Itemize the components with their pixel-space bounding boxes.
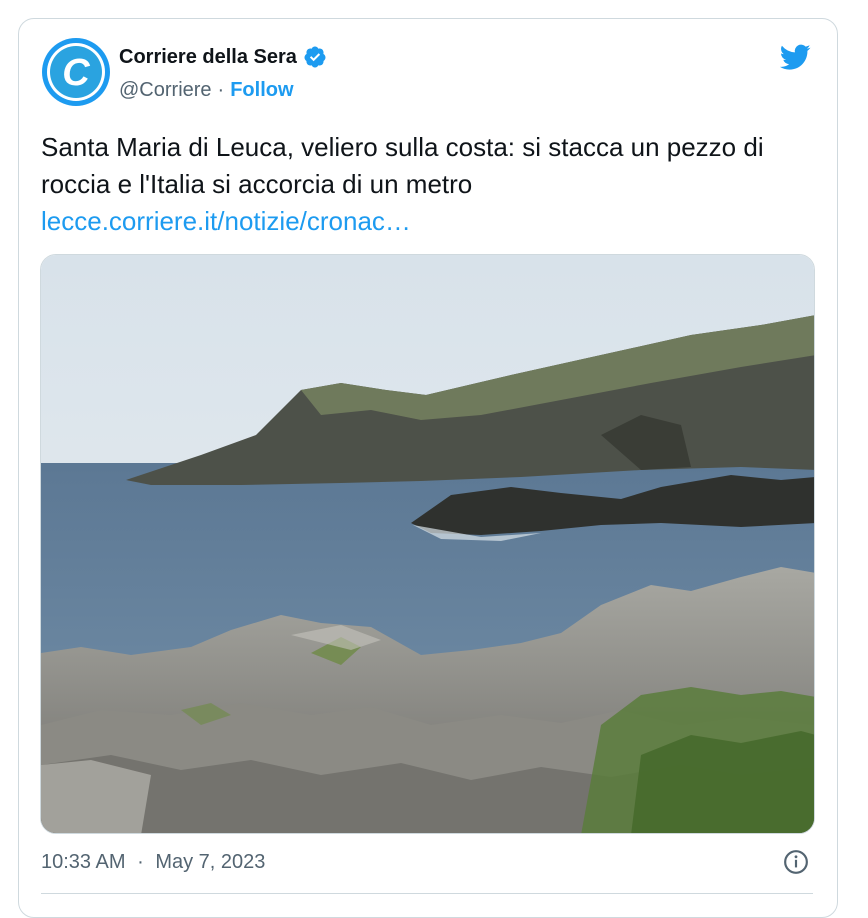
handle-separator: · [217,79,225,101]
time-separator: · [137,851,144,873]
tweet-timestamp[interactable]: 10:33 AM · May 7, 2023 [41,851,265,874]
avatar-letter: C [62,52,90,94]
author-name-row: Corriere della Sera [119,45,327,69]
tweet-text: Santa Maria di Leuca, veliero sulla cost… [41,129,801,240]
tweet-card[interactable]: C Corriere della Sera @Corriere · Follow… [18,18,838,918]
author-name[interactable]: Corriere della Sera [119,46,297,69]
tweet-time: 10:33 AM [41,851,126,873]
handle-row: @Corriere · Follow [119,79,294,102]
verified-badge-icon [304,46,326,68]
follow-button[interactable]: Follow [230,79,293,102]
avatar[interactable]: C [41,37,111,107]
author-handle[interactable]: @Corriere [119,79,212,102]
info-icon[interactable] [783,849,809,875]
coast-photo [41,255,814,833]
tweet-photo[interactable] [40,254,815,834]
tweet-body: Santa Maria di Leuca, veliero sulla cost… [41,132,764,199]
tweet-date: May 7, 2023 [155,851,266,873]
tweet-link[interactable]: lecce.corriere.it/notizie/cronac… [41,203,801,240]
divider [41,893,813,894]
twitter-bird-icon[interactable] [777,41,813,73]
